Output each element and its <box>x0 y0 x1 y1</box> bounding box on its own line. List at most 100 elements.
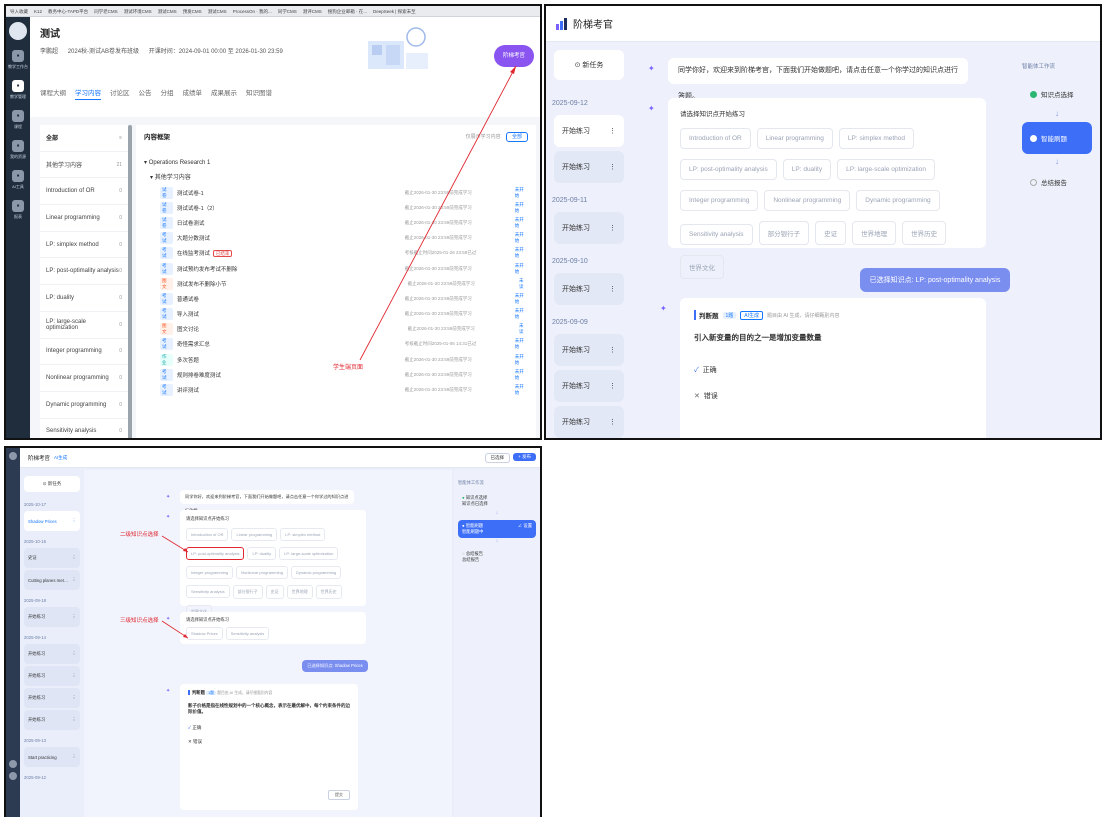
more-icon[interactable]: ⋮ <box>72 577 76 583</box>
more-icon[interactable]: ⋮ <box>609 163 616 171</box>
content-row[interactable]: 试卷 测试试卷-1 截止2026-01-30 23:59前完成学习 未开始 <box>144 185 528 200</box>
content-filter[interactable]: 仅展示学习内容 <box>466 134 501 140</box>
content-row[interactable]: 考试 在线监考测试 已结束 考核截止时间2025-01-26 23:59已过 未开始 <box>144 246 528 261</box>
knowledge-chip[interactable]: Dynamic programming <box>856 190 940 211</box>
course-tab[interactable]: 课程大纲 <box>40 90 66 97</box>
content-row[interactable]: 考试 讲评测试 截止2026-01-30 23:59前完成学习 未开始 <box>144 382 528 397</box>
workflow-step-report[interactable]: 总结报告 <box>1022 170 1092 194</box>
more-icon[interactable]: ⋮ <box>72 518 76 524</box>
session-item[interactable]: 开始练习 ⋮ <box>24 666 80 686</box>
course-tab[interactable]: 讨论区 <box>110 90 130 97</box>
category-item[interactable]: 其他学习内容 21 <box>40 152 128 179</box>
bookmark-item[interactable]: 搜狗企业邮箱 · 在... <box>328 9 367 14</box>
content-row[interactable]: 考试 奇怪需求汇总 考核截止时间2025-01-06 14:31已过 未开始 <box>144 337 528 352</box>
category-item[interactable]: Introduction of OR 0 <box>40 178 128 206</box>
option-true[interactable]: ✓ 正确 <box>694 365 972 375</box>
bookmark-item[interactable]: 测试CMS <box>158 9 177 14</box>
knowledge-chip[interactable]: Introduction of OR <box>680 128 751 149</box>
knowledge-chip[interactable]: Introduction of OR <box>186 528 229 541</box>
selected-dropdown[interactable]: 已选择 <box>484 453 510 463</box>
course-tab[interactable]: 分组 <box>161 90 174 97</box>
knowledge-chip[interactable]: LP: large-scale optimization <box>837 159 935 180</box>
rail-icon[interactable] <box>9 452 17 460</box>
session-item[interactable]: 开始练习 ⋮ <box>554 151 624 183</box>
knowledge-chip[interactable]: LP: large-scale optimization <box>279 547 339 560</box>
content-row[interactable]: 试卷 测试试卷-1（2） 截止2026-01-30 23:59前完成学习 未开始 <box>144 200 528 215</box>
rail-icon[interactable] <box>9 772 17 780</box>
more-icon[interactable]: ⋮ <box>609 224 616 232</box>
category-item[interactable]: Dynamic programming 0 <box>40 392 128 419</box>
category-item[interactable]: LP: duality 0 <box>40 285 128 312</box>
category-scrollbar[interactable] <box>128 125 132 438</box>
bookmark-item[interactable]: 预发CMS <box>183 9 202 14</box>
course-tab[interactable]: 公告 <box>139 90 152 97</box>
content-row[interactable]: 考试 普通试卷 截止2026-01-30 23:59前完成学习 未开始 <box>144 291 528 306</box>
category-item[interactable]: LP: post-optimality analysis 0 <box>40 258 128 286</box>
session-item[interactable]: Cutting planes met… ⋮ <box>24 570 80 590</box>
knowledge-chip[interactable]: LP: duality <box>782 159 832 180</box>
session-item[interactable]: 开始练习 ⋮ <box>554 212 624 244</box>
knowledge-chip[interactable]: LP: post-optimality analysis <box>186 547 245 560</box>
course-tab[interactable]: 知识图谱 <box>246 90 272 97</box>
session-item[interactable]: 开始练习 ⋮ <box>24 688 80 708</box>
workflow-edit-link[interactable]: ∠ 设置 <box>518 523 532 529</box>
knowledge-chip[interactable]: 部分银行子 <box>758 221 810 245</box>
knowledge-chip[interactable]: Linear programming <box>231 528 278 541</box>
left-nav-item[interactable]: ▪ 教学工作台 <box>6 46 30 76</box>
category-item[interactable]: Sensitivity analysis 0 <box>40 419 128 438</box>
knowledge-chip[interactable]: Sensitivity analysis <box>186 585 230 598</box>
option-false[interactable]: ✕ 错误 <box>694 391 972 401</box>
more-icon[interactable]: ⋮ <box>609 346 616 354</box>
knowledge-chip[interactable]: LP: post-optimality analysis <box>680 159 777 180</box>
workflow-step-select[interactable]: 知识点选择 <box>1022 82 1092 106</box>
option-false[interactable]: ✕ 错误 <box>188 739 350 745</box>
bookmark-item[interactable]: 测试环境CMS <box>124 9 152 14</box>
knowledge-chip[interactable]: LP: duality <box>247 547 277 560</box>
category-item[interactable]: Linear programming 0 <box>40 205 128 232</box>
session-item[interactable]: 开始练习 ⋮ <box>554 334 624 366</box>
more-icon[interactable]: ⋮ <box>72 614 76 620</box>
category-item[interactable]: LP: simplex method 0 <box>40 232 128 259</box>
publish-button[interactable]: + 发布 <box>513 453 536 461</box>
session-item[interactable]: 开始练习 ⋮ <box>554 115 624 147</box>
knowledge-chip[interactable]: 世界历史 <box>315 585 342 599</box>
content-all-dropdown[interactable]: 全部 <box>505 131 528 142</box>
workflow-step-report[interactable]: ○ 总结报告 总结报告 <box>458 548 536 566</box>
knowledge-chip[interactable]: 世界历史 <box>902 221 947 245</box>
tree-node[interactable]: ▾ 其他学习内容 <box>150 172 528 181</box>
content-row[interactable]: 图文 图文讨论 截止2026-01-30 23:59前完成学习 未读 <box>144 322 528 337</box>
collapse-icon[interactable]: ≡ <box>119 135 122 141</box>
new-task-button[interactable]: ⊙ 新任务 <box>24 476 80 492</box>
knowledge-chip[interactable]: 史证 <box>815 221 847 245</box>
rail-icon[interactable] <box>9 760 17 768</box>
content-row[interactable]: 考试 导入测试 截止2026-01-30 23:59前完成学习 未开始 <box>144 307 528 322</box>
knowledge-chip[interactable]: Nonlinear programming <box>764 190 851 211</box>
session-item[interactable]: Start practicing ⋮ <box>24 747 80 767</box>
knowledge-chip[interactable]: 部分银行子 <box>232 585 263 599</box>
more-icon[interactable]: ⋮ <box>72 651 76 657</box>
new-task-button[interactable]: ⊙ 新任务 <box>554 50 624 80</box>
knowledge-chip[interactable]: Dynamic programming <box>290 566 342 579</box>
workflow-step-select[interactable]: ● 知识点选择 知识点已选择 <box>458 492 536 510</box>
sub-knowledge-chip[interactable]: Shadow Prices <box>186 627 223 640</box>
bookmark-item[interactable]: 同学CMS <box>278 9 297 14</box>
left-nav-item[interactable]: ▪ AI工具 <box>6 166 30 196</box>
more-icon[interactable]: ⋮ <box>72 555 76 561</box>
content-row[interactable]: 图文 测试发布不删除小节 截止2026-01-30 23:59前完成学习 未读 <box>144 276 528 291</box>
knowledge-chip[interactable]: 世界地理 <box>852 221 897 245</box>
category-header[interactable]: 全部 ≡ <box>40 125 128 152</box>
session-item[interactable]: 开始练习 ⋮ <box>24 644 80 664</box>
knowledge-chip[interactable]: Integer programming <box>680 190 759 211</box>
bookmark-item[interactable]: K12 <box>34 9 42 14</box>
course-tab[interactable]: 学习内容 <box>75 90 101 100</box>
category-item[interactable]: Integer programming 0 <box>40 339 128 366</box>
left-nav-item[interactable]: ▪ 教学管理 <box>6 76 30 106</box>
left-nav-item[interactable]: ▪ 报表 <box>6 196 30 226</box>
tree-root[interactable]: ▾ Operations Research 1 <box>144 159 528 166</box>
more-icon[interactable]: ⋮ <box>72 673 76 679</box>
bookmark-item[interactable]: 测试CMS <box>208 9 227 14</box>
bookmark-item[interactable]: 同学老CMS <box>94 9 118 14</box>
bookmark-item[interactable]: 导入收藏 <box>10 9 28 14</box>
more-icon[interactable]: ⋮ <box>609 382 616 390</box>
knowledge-chip[interactable]: 世界文化 <box>680 255 724 279</box>
